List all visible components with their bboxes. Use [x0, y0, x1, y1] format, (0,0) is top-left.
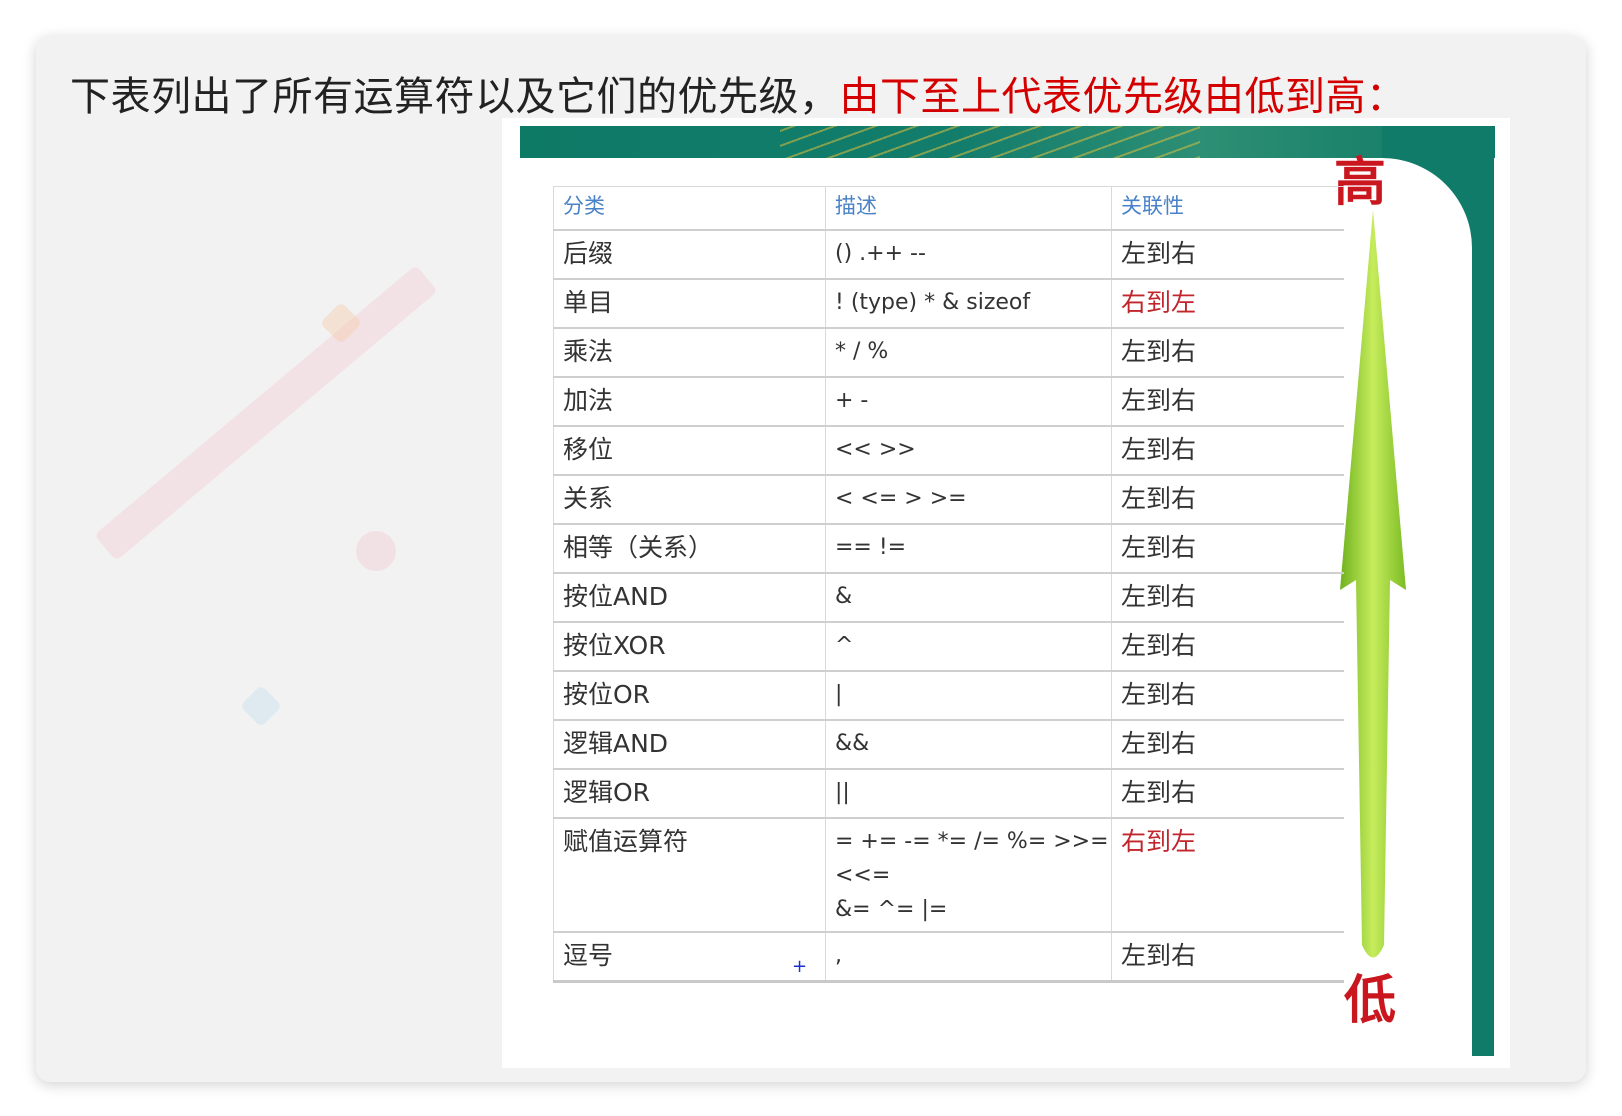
category-cell: 移位 [553, 425, 826, 476]
description-line: <<= [835, 863, 891, 888]
operator-precedence-table: 分类 描述 关联性 后缀 () .++ -- 左到右 单目 ! (type) *… [553, 186, 1344, 983]
page-heading: 下表列出了所有运算符以及它们的优先级，由下至上代表优先级由低到高： [70, 64, 1407, 122]
category-cell: 关系 [553, 474, 826, 525]
table-row: 移位 << >> 左到右 [553, 425, 1344, 476]
cursor-crosshair-icon: + [792, 956, 808, 977]
table-row: 按位XOR ^ 左到右 [553, 621, 1344, 672]
associativity-cell: 左到右 [1111, 229, 1344, 280]
category-cell: 逗号 [553, 931, 826, 983]
description-cell: * / % [825, 327, 1112, 378]
heading-text: 下表列出了所有运算符以及它们的优先级， [70, 74, 840, 120]
description-line: &= ^= |= [835, 897, 948, 922]
associativity-cell: 左到右 [1111, 572, 1344, 623]
associativity-cell: 左到右 [1111, 931, 1344, 983]
table-row: 按位AND & 左到右 [553, 572, 1344, 623]
description-cell: == != [825, 523, 1112, 574]
background-decoration [239, 684, 283, 728]
associativity-cell: 右到左 [1111, 278, 1344, 329]
table-row: 赋值运算符 = += -= *= /= %= >>= <<= &= ^= |= … [553, 817, 1344, 933]
associativity-cell: 左到右 [1111, 621, 1344, 672]
description-cell: ^ [825, 621, 1112, 672]
table-row: 逻辑OR || 左到右 [553, 768, 1344, 819]
table-row: 逗号 , 左到右 [553, 931, 1344, 983]
background-decoration [94, 264, 438, 562]
slide-image: 高 低 分类 描述 关联性 后缀 () .++ -- 左到右 单目 ! (typ… [502, 118, 1510, 1068]
description-cell: << >> [825, 425, 1112, 476]
description-line: = += -= *= /= %= >>= [835, 829, 1109, 854]
description-cell: , [825, 931, 1112, 983]
table-header-row: 分类 描述 关联性 [553, 186, 1344, 231]
header-description: 描述 [825, 186, 1112, 231]
table-row: 单目 ! (type) * & sizeof 右到左 [553, 278, 1344, 329]
category-cell: 逻辑AND [553, 719, 826, 770]
table-row: 后缀 () .++ -- 左到右 [553, 229, 1344, 280]
description-cell: < <= > >= [825, 474, 1112, 525]
category-cell: 逻辑OR [553, 768, 826, 819]
associativity-cell: 左到右 [1111, 474, 1344, 525]
category-cell: 按位AND [553, 572, 826, 623]
table-row: 相等（关系） == != 左到右 [553, 523, 1344, 574]
table-row: 乘法 * / % 左到右 [553, 327, 1344, 378]
associativity-cell: 左到右 [1111, 719, 1344, 770]
background-decoration [356, 531, 396, 571]
category-cell: 赋值运算符 [553, 817, 826, 933]
category-cell: 单目 [553, 278, 826, 329]
associativity-cell: 左到右 [1111, 327, 1344, 378]
associativity-cell: 左到右 [1111, 425, 1344, 476]
table-row: 关系 < <= > >= 左到右 [553, 474, 1344, 525]
description-cell: = += -= *= /= %= >>= <<= &= ^= |= [825, 817, 1112, 933]
description-cell: || [825, 768, 1112, 819]
category-cell: 后缀 [553, 229, 826, 280]
description-cell: () .++ -- [825, 229, 1112, 280]
header-associativity: 关联性 [1111, 186, 1344, 231]
category-cell: 按位XOR [553, 621, 826, 672]
associativity-cell: 右到左 [1111, 817, 1344, 933]
table-row: 按位OR | 左到右 [553, 670, 1344, 721]
description-cell: | [825, 670, 1112, 721]
category-cell: 按位OR [553, 670, 826, 721]
low-label: 低 [1344, 970, 1397, 1031]
associativity-cell: 左到右 [1111, 376, 1344, 427]
associativity-cell: 左到右 [1111, 768, 1344, 819]
associativity-cell: 左到右 [1111, 670, 1344, 721]
header-category: 分类 [553, 186, 826, 231]
priority-arrow-icon [1340, 210, 1406, 958]
description-cell: ! (type) * & sizeof [825, 278, 1112, 329]
table-row: 逻辑AND && 左到右 [553, 719, 1344, 770]
category-cell: 乘法 [553, 327, 826, 378]
heading-highlight: 由下至上代表优先级由低到高： [839, 74, 1407, 120]
category-cell: 加法 [553, 376, 826, 427]
description-cell: && [825, 719, 1112, 770]
description-cell: + - [825, 376, 1112, 427]
table-row: 加法 + - 左到右 [553, 376, 1344, 427]
associativity-cell: 左到右 [1111, 523, 1344, 574]
category-cell: 相等（关系） [553, 523, 826, 574]
content-card: 下表列出了所有运算符以及它们的优先级，由下至上代表优先级由低到高： 高 低 分类… [36, 36, 1586, 1082]
description-cell: & [825, 572, 1112, 623]
